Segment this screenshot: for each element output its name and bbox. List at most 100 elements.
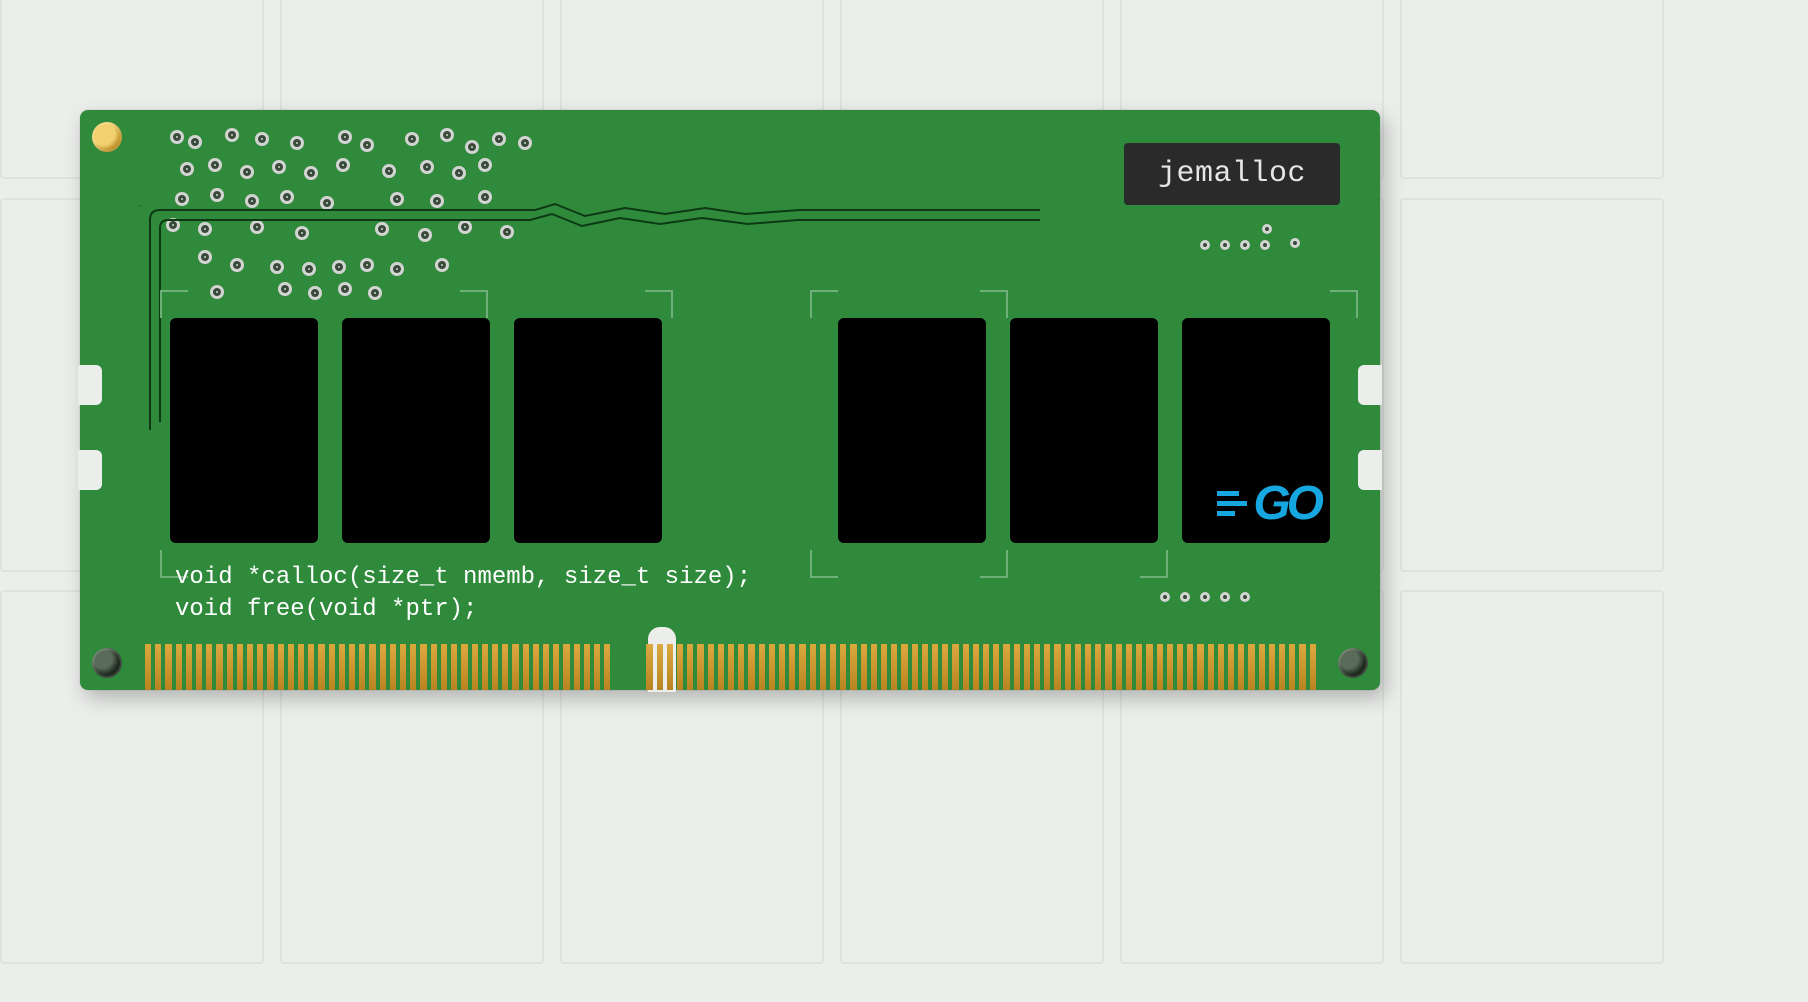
contact-pin — [482, 644, 488, 690]
contact-pin — [932, 644, 938, 690]
contact-pin — [881, 644, 887, 690]
contact-pin — [1259, 644, 1265, 690]
contact-pin — [1126, 644, 1132, 690]
contact-pin — [543, 644, 549, 690]
contact-pin — [267, 644, 273, 690]
contact-pin — [318, 644, 324, 690]
contact-pin — [227, 644, 233, 690]
contact-pin — [993, 644, 999, 690]
go-logo-icon: GO — [1217, 476, 1320, 531]
contact-pin — [186, 644, 192, 690]
contact-pin — [441, 644, 447, 690]
contact-pin — [952, 644, 958, 690]
contact-pin — [789, 644, 795, 690]
go-logo-text: GO — [1253, 476, 1320, 531]
contact-pin — [329, 644, 335, 690]
bracket-icon — [980, 550, 1008, 578]
contact-pin — [810, 644, 816, 690]
contact-pin — [871, 644, 877, 690]
contact-pin — [1014, 644, 1020, 690]
bracket-icon — [1140, 550, 1168, 578]
contact-pin — [983, 644, 989, 690]
contact-pin — [512, 644, 518, 690]
contact-pin — [973, 644, 979, 690]
contact-pin — [288, 644, 294, 690]
memory-chip — [838, 318, 986, 543]
contact-pin — [584, 644, 590, 690]
contact-pin — [145, 644, 151, 690]
contact-pin — [1024, 644, 1030, 690]
contact-pin — [247, 644, 253, 690]
contact-pin — [390, 644, 396, 690]
contact-pin — [799, 644, 805, 690]
contact-pin — [677, 644, 683, 690]
contact-pin — [196, 644, 202, 690]
memory-chip — [342, 318, 490, 543]
contact-pin — [1116, 644, 1122, 690]
contact-pin — [830, 644, 836, 690]
contact-pin — [451, 644, 457, 690]
bracket-icon — [645, 290, 673, 318]
contact-pin — [820, 644, 826, 690]
contact-pin — [380, 644, 386, 690]
contact-pin — [339, 644, 345, 690]
contact-pin — [257, 644, 263, 690]
contact-pin — [1299, 644, 1305, 690]
contact-pin — [1136, 644, 1142, 690]
contact-pin — [861, 644, 867, 690]
contact-pin — [165, 644, 171, 690]
contact-pin — [206, 644, 212, 690]
contact-pin — [308, 644, 314, 690]
memory-chip — [514, 318, 662, 543]
via — [1290, 238, 1300, 248]
memory-chip — [170, 318, 318, 543]
contact-pin — [850, 644, 856, 690]
bracket-icon — [460, 290, 488, 318]
contact-pin — [1228, 644, 1234, 690]
contact-pin — [594, 644, 600, 690]
contact-pin — [1269, 644, 1275, 690]
contact-pin — [1105, 644, 1111, 690]
bracket-icon — [810, 290, 838, 318]
contact-pin — [523, 644, 529, 690]
via — [1262, 224, 1272, 234]
contact-pin — [1003, 644, 1009, 690]
memory-chip: GO — [1182, 318, 1330, 543]
contact-pin — [697, 644, 703, 690]
contact-pin — [492, 644, 498, 690]
contact-pin — [779, 644, 785, 690]
contact-pin — [769, 644, 775, 690]
contact-pin — [563, 644, 569, 690]
contact-pin — [646, 644, 652, 690]
bracket-icon — [980, 290, 1008, 318]
edge-connector — [145, 644, 1315, 690]
contact-pin — [901, 644, 907, 690]
contact-pin — [1279, 644, 1285, 690]
via-row — [1200, 240, 1270, 250]
contact-pin — [278, 644, 284, 690]
contact-pin — [759, 644, 765, 690]
contact-pin — [922, 644, 928, 690]
contact-pin — [891, 644, 897, 690]
contact-pin — [1248, 644, 1254, 690]
contact-pin — [667, 644, 673, 690]
contact-pin — [1208, 644, 1214, 690]
code-line-1: void *calloc(size_t nmemb, size_t size); — [175, 564, 751, 591]
contact-pin — [1095, 644, 1101, 690]
contact-pin — [400, 644, 406, 690]
contact-pin — [461, 644, 467, 690]
contact-pin — [1289, 644, 1295, 690]
memory-chip — [1010, 318, 1158, 543]
contact-pin — [431, 644, 437, 690]
contact-pin — [604, 644, 610, 690]
contact-pin — [359, 644, 365, 690]
contact-pin — [410, 644, 416, 690]
contact-pin — [553, 644, 559, 690]
bracket-icon — [160, 290, 188, 318]
contact-pin — [472, 644, 478, 690]
contact-pin — [1044, 644, 1050, 690]
contact-pin — [1187, 644, 1193, 690]
contact-pin — [1310, 644, 1316, 690]
contact-pin — [369, 644, 375, 690]
contact-pin — [912, 644, 918, 690]
